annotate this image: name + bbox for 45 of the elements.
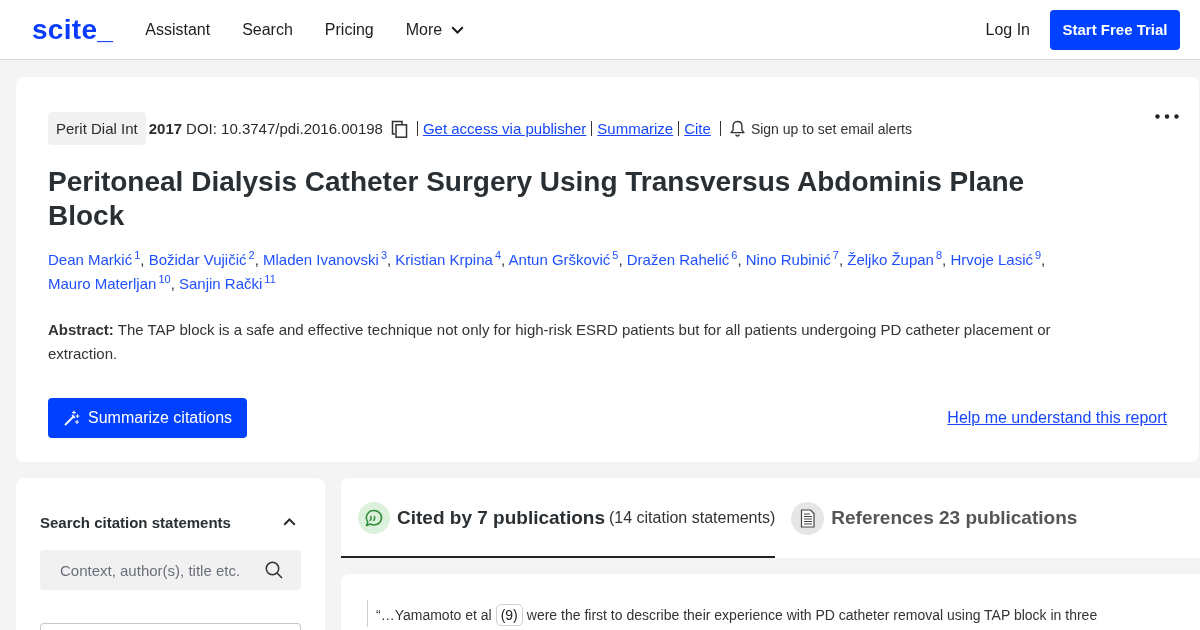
link[interactable]: Cite	[684, 120, 711, 137]
copy-icon[interactable]	[390, 119, 408, 138]
author-link[interactable]: Željko Župan$^{8}$	[847, 251, 943, 268]
author-link[interactable]: Antun Gršković$^{5}$	[508, 251, 619, 268]
summarize-citations-button[interactable]: Summarize citations	[48, 398, 248, 438]
email-alerts-button[interactable]: Sign up to set email alerts	[729, 120, 912, 137]
article-title: Peritoneal Dialysis Catheter Surgery Using Transversus Abdominis Plane Block	[48, 165, 1026, 233]
chevron-icon	[283, 518, 296, 526]
wand-icon	[64, 410, 80, 426]
reference-link[interactable]: (9)	[495, 604, 523, 626]
quote-bubble-icon	[358, 502, 390, 534]
bell-icon	[729, 120, 745, 137]
author-link[interactable]: Kristian Krpina$^{4}$	[395, 251, 501, 268]
author-link[interactable]: Božidar Vujičić$^{2}$	[148, 251, 255, 268]
nav-link[interactable]: Assistant	[145, 20, 211, 39]
more-icon[interactable]	[1155, 114, 1179, 119]
panel-title: Search citation statements	[40, 513, 231, 531]
author-link[interactable]: Mladen Ivanovski$^{3}$	[262, 251, 387, 268]
citation-quote: “…Yamamoto et al (9) were the first to describe their experience with PD catheter removal using TAP block in three	[367, 600, 1167, 627]
document-icon	[791, 501, 825, 535]
input-field[interactable]	[40, 623, 301, 630]
author-link[interactable]: Hrvoje Lasić$^{9}$	[950, 251, 1042, 268]
link[interactable]: Get access via publisher	[422, 120, 587, 137]
abstract-text: Abstract: The TAP block is a safe and effective technique not only for high-risk ESRD patients but for all patients undergoing PD catheter placement or extraction.	[48, 320, 1052, 364]
caret-icon	[451, 25, 465, 34]
author-link[interactable]: Sanjin Rački$^{11}$	[179, 275, 276, 292]
publication-year: 2017	[148, 120, 183, 137]
nav-link[interactable]: Pricing	[324, 20, 374, 39]
doi-text: DOI: 10.3747/pdi.2016.00198	[186, 120, 383, 137]
search-field[interactable]: Context, author(s), title etc.	[40, 550, 301, 590]
search-icon	[265, 561, 283, 579]
link[interactable]: Summarize	[597, 120, 674, 137]
journal-tag: Perit Dial Int	[48, 112, 146, 145]
author-link[interactable]: Nino Rubinić$^{7}$	[745, 251, 839, 268]
author-link[interactable]: Dean Markić$^{1}$	[48, 251, 141, 268]
author-link[interactable]: Mauro Materljan$^{10}$	[48, 275, 171, 292]
nav-link[interactable]: Search	[242, 20, 293, 39]
logo[interactable]: scite_	[32, 13, 114, 46]
login-link[interactable]: Log In	[985, 20, 1030, 39]
start-trial-button[interactable]: Start Free Trial	[1050, 9, 1180, 50]
author-list: Dean Markić$^{1}$, Božidar Vujičić$^{2}$, Mladen Ivanovski$^{3}$, Kristian Krpina$^{4}$, Antun Gršković$^{5}$, Dražen Rahelić$^{6}$, Nino Rubinić$^{7}$, Željko Župan$^{8}$, Hrvoje Lasić$^{9}$, Mauro Materljan$^{10}$, Sanjin Rački$^{11}$	[48, 248, 1167, 296]
help-link[interactable]: Help me understand this report	[947, 409, 1167, 427]
nav-dropdown[interactable]: More	[405, 20, 465, 39]
author-link[interactable]: Dražen Rahelić$^{6}$	[626, 251, 738, 268]
collapse-button[interactable]	[283, 518, 296, 526]
